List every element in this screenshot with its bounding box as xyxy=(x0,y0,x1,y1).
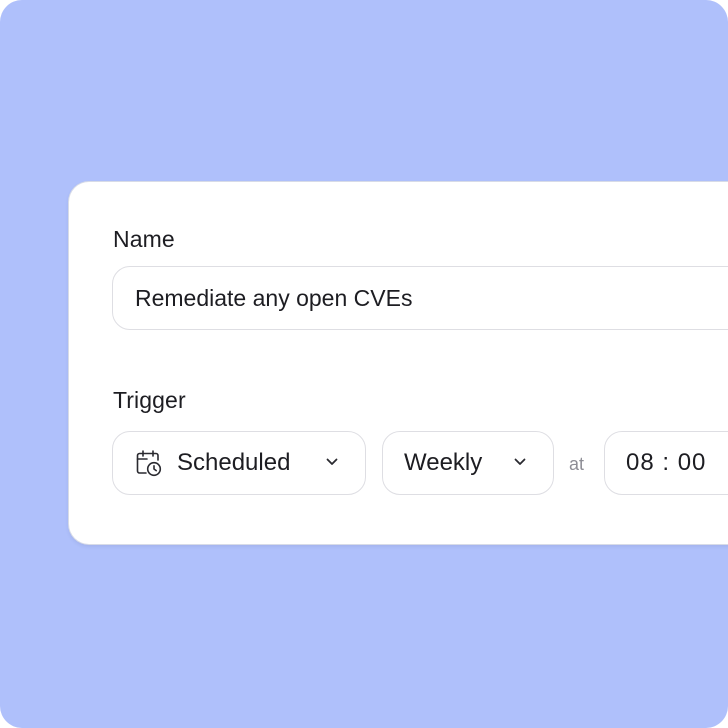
at-label: at xyxy=(569,454,585,474)
chevron-down-icon xyxy=(513,457,527,467)
automation-form-card: Name Remediate any open CVEs Trigger Sch… xyxy=(69,182,728,544)
trigger-type-dropdown[interactable]: Scheduled xyxy=(112,431,366,495)
name-input-value: Remediate any open CVEs xyxy=(135,284,413,311)
canvas: Name Remediate any open CVEs Trigger Sch… xyxy=(0,0,728,728)
frequency-value: Weekly xyxy=(404,449,483,476)
time-input[interactable]: 08 : 00 xyxy=(604,431,728,495)
frequency-dropdown[interactable]: Weekly xyxy=(382,431,554,495)
trigger-type-value: Scheduled xyxy=(177,449,291,476)
trigger-label: Trigger xyxy=(113,387,186,413)
time-value: 08 : 00 xyxy=(626,449,707,476)
chevron-down-icon xyxy=(325,457,339,467)
name-label: Name xyxy=(113,226,175,252)
name-input[interactable]: Remediate any open CVEs xyxy=(112,266,728,330)
calendar-clock-icon xyxy=(135,448,163,478)
